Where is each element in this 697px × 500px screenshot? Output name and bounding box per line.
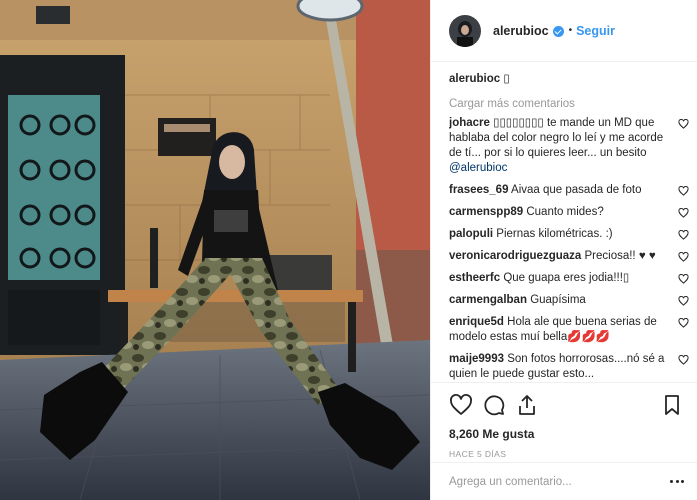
comment-item: maije9993 Son fotos horrorosas....nó sé … xyxy=(449,352,689,382)
post-timestamp[interactable]: Hace 5 días xyxy=(449,449,684,459)
comment-text: Aivaa que pasada de foto xyxy=(511,184,642,196)
header-separator: • xyxy=(568,25,573,36)
comment-item: veronicarodriguezguaza Preciosa!! ♥ ♥ xyxy=(449,249,689,264)
comment-text: Guapísima xyxy=(530,294,586,306)
header-username[interactable]: alerubioc xyxy=(493,24,549,38)
comment-like-heart-icon[interactable] xyxy=(678,186,689,196)
comment-username[interactable]: carmenspp89 xyxy=(449,206,523,218)
comment-like-heart-icon[interactable] xyxy=(678,355,689,365)
post-photo[interactable] xyxy=(0,0,430,500)
comment-like-heart-icon[interactable] xyxy=(678,296,689,306)
comments-list[interactable]: alerubioc ▯ Cargar más comentarios johac… xyxy=(449,72,689,382)
comment-mention[interactable]: @alerubioc xyxy=(449,162,507,174)
comment-item: johacre ▯▯▯▯▯▯▯▯ te mande un MD que habl… xyxy=(449,116,689,176)
post-sidebar: alerubioc • Seguir alerubioc ▯ Cargar má… xyxy=(430,0,697,500)
comment-item: carmengalban Guapísima xyxy=(449,293,689,308)
comment-like-heart-icon[interactable] xyxy=(678,274,689,284)
comment-item: frasees_69 Aivaa que pasada de foto xyxy=(449,183,689,198)
heart-icon[interactable] xyxy=(449,393,473,417)
verified-badge-icon xyxy=(552,26,564,37)
comment-text: Cuanto mides? xyxy=(526,206,604,218)
comment-bubble-icon[interactable] xyxy=(482,393,506,417)
comment-text: Piernas kilométricas. :) xyxy=(496,228,613,240)
comment-username[interactable]: johacre xyxy=(449,117,490,129)
comment-item: estheerfc Que guapa eres jodia!!!▯ xyxy=(449,271,689,286)
comment-like-heart-icon[interactable] xyxy=(678,119,689,129)
share-icon[interactable] xyxy=(515,393,539,417)
comment-like-heart-icon[interactable] xyxy=(678,252,689,262)
comment-username[interactable]: palopuli xyxy=(449,228,493,240)
post-caption: alerubioc ▯ xyxy=(449,72,689,87)
likes-count[interactable]: 8,260 Me gusta xyxy=(449,427,684,441)
load-more-comments-button[interactable]: Cargar más comentarios xyxy=(449,98,689,110)
comment-text: Que guapa eres jodia!!!▯ xyxy=(503,272,630,284)
profile-avatar[interactable] xyxy=(449,14,481,47)
action-icons-row xyxy=(449,391,684,421)
add-comment-bar xyxy=(431,462,697,500)
post-actions: 8,260 Me gusta Hace 5 días xyxy=(431,382,697,470)
comment-item: carmenspp89 Cuanto mides? xyxy=(449,205,689,220)
comment-username[interactable]: estheerfc xyxy=(449,272,500,284)
comment-input[interactable] xyxy=(449,475,649,488)
comment-items: johacre ▯▯▯▯▯▯▯▯ te mande un MD que habl… xyxy=(449,116,689,382)
caption-text: ▯ xyxy=(503,73,510,85)
comment-username[interactable]: enrique5d xyxy=(449,316,504,328)
comment-like-heart-icon[interactable] xyxy=(678,208,689,218)
more-options-icon[interactable] xyxy=(670,480,684,484)
comment-username[interactable]: frasees_69 xyxy=(449,184,508,196)
follow-button[interactable]: Seguir xyxy=(576,24,615,38)
comment-like-heart-icon[interactable] xyxy=(678,318,689,328)
comment-like-heart-icon[interactable] xyxy=(678,230,689,240)
caption-username[interactable]: alerubioc xyxy=(449,73,500,85)
comment-item: enrique5d Hola ale que buena serias de m… xyxy=(449,315,689,345)
comment-username[interactable]: maije9993 xyxy=(449,353,504,365)
post-header: alerubioc • Seguir xyxy=(431,0,697,62)
comment-username[interactable]: carmengalban xyxy=(449,294,527,306)
photo-image xyxy=(0,0,430,500)
comment-text: Preciosa!! ♥ ♥ xyxy=(584,250,656,262)
comment-item: palopuli Piernas kilométricas. :) xyxy=(449,227,689,242)
bookmark-icon[interactable] xyxy=(660,393,684,417)
comment-username[interactable]: veronicarodriguezguaza xyxy=(449,250,581,262)
